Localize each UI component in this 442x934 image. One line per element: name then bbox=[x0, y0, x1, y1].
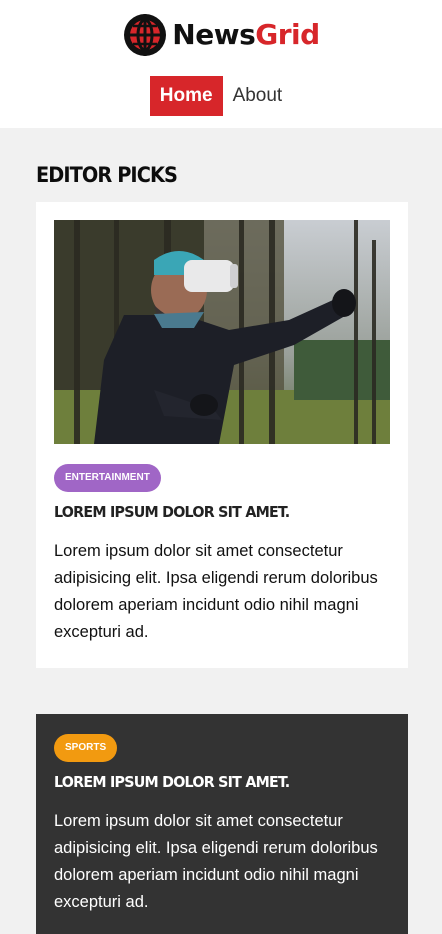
category-badge[interactable]: Sports bbox=[54, 734, 118, 762]
nav-about-link[interactable]: About bbox=[223, 76, 293, 116]
article-title[interactable]: Lorem ipsum dolor sit amet. bbox=[54, 502, 373, 522]
nav-home-link[interactable]: Home bbox=[149, 76, 223, 116]
main-nav: Home About bbox=[0, 76, 442, 116]
article-excerpt: Lorem ipsum dolor sit amet consectetur a… bbox=[54, 542, 378, 641]
article-title[interactable]: Lorem ipsum dolor sit amet. bbox=[54, 772, 373, 792]
brand-name-part1: News bbox=[172, 18, 256, 51]
article-card[interactable]: Sports Lorem ipsum dolor sit amet. Lorem… bbox=[36, 714, 408, 934]
main-content: Editor Picks bbox=[0, 162, 442, 934]
globe-icon bbox=[124, 14, 167, 56]
article-excerpt: Lorem ipsum dolor sit amet consectetur a… bbox=[54, 812, 378, 911]
section-title: Editor Picks bbox=[36, 163, 178, 187]
site-header: NewsGrid Home About bbox=[0, 0, 442, 128]
brand-name-part2: Grid bbox=[255, 18, 320, 51]
article-image bbox=[54, 220, 390, 444]
category-badge[interactable]: Entertainment bbox=[54, 464, 161, 492]
brand-name: NewsGrid bbox=[172, 15, 320, 55]
site-logo[interactable]: NewsGrid bbox=[0, 12, 442, 58]
article-card[interactable]: Entertainment Lorem ipsum dolor sit amet… bbox=[36, 202, 408, 668]
